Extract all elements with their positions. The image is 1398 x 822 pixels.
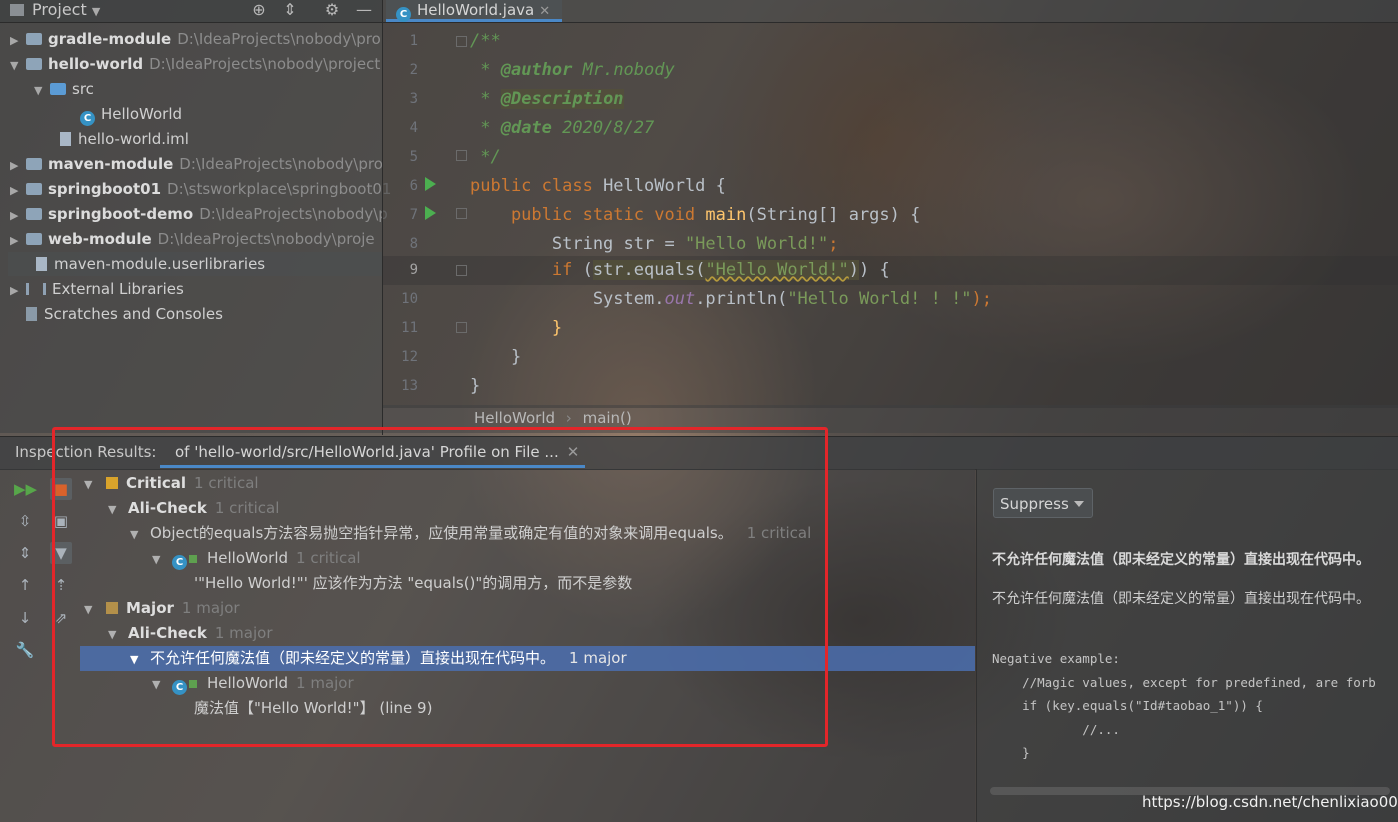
tree-item-userlibraries[interactable]: maven-module.userlibraries xyxy=(8,252,382,276)
fold-marker-icon[interactable] xyxy=(456,36,467,47)
annotation-highlight-box xyxy=(52,427,828,747)
problem-description-pane xyxy=(976,469,1398,822)
line-number: 2 xyxy=(409,62,418,78)
module-folder-icon xyxy=(26,33,42,45)
arrow-down-icon[interactable]: ↓ xyxy=(14,607,36,629)
breadcrumb-item[interactable]: HelloWorld xyxy=(474,409,555,427)
module-folder-icon xyxy=(26,233,42,245)
line-number: 11 xyxy=(401,320,418,336)
expand-arrow-icon[interactable]: ▶ xyxy=(10,229,22,253)
scratches-icon xyxy=(26,307,37,321)
editor-tab-helloworld[interactable]: C HelloWorld.java ✕ xyxy=(386,0,562,22)
expand-all-icon[interactable]: ⇳ xyxy=(14,510,36,532)
chevron-down-icon xyxy=(1074,501,1084,507)
tree-item-web-module[interactable]: ▶ web-module D:\IdeaProjects\nobody\proje xyxy=(10,227,375,251)
iml-file-icon xyxy=(60,132,71,146)
wrench-icon[interactable]: 🔧 xyxy=(14,639,36,661)
line-number: 9 xyxy=(409,262,418,278)
expand-arrow-icon[interactable]: ▶ xyxy=(10,29,22,53)
example-line: if (key.equals("Id#taobao_1")) { xyxy=(992,698,1263,713)
collapse-all-icon[interactable]: ⇕ xyxy=(14,542,36,564)
tree-item-scratches[interactable]: Scratches and Consoles xyxy=(22,302,223,326)
module-folder-icon xyxy=(26,208,42,220)
libraries-file-icon xyxy=(36,257,47,271)
code-line-8: String str = "Hello World!"; xyxy=(470,234,839,254)
gear-icon[interactable]: ⚙ xyxy=(323,1,341,19)
code-line-13: } xyxy=(470,376,481,396)
module-folder-icon xyxy=(26,158,42,170)
description-text: 不允许任何魔法值（即未经定义的常量）直接出现在代码中。 xyxy=(992,591,1370,607)
line-number: 3 xyxy=(409,91,418,107)
fold-marker-icon[interactable] xyxy=(456,322,467,333)
line-number: 10 xyxy=(401,291,418,307)
watermark: https://blog.csdn.net/chenlixiao007 xyxy=(1142,793,1398,811)
module-folder-icon xyxy=(26,58,42,70)
code-line-10: System.out.println("Hello World! ! !"); xyxy=(470,289,993,309)
expand-arrow-icon[interactable]: ▶ xyxy=(10,179,22,203)
line-number: 4 xyxy=(409,120,418,136)
fold-marker-icon[interactable] xyxy=(456,150,467,161)
run-main-icon[interactable] xyxy=(425,206,436,220)
close-icon[interactable]: ✕ xyxy=(539,4,550,19)
chevron-right-icon: › xyxy=(565,409,572,427)
code-line-2: * @author Mr.nobody xyxy=(470,60,675,80)
fold-marker-icon[interactable] xyxy=(456,208,467,219)
hide-icon[interactable]: — xyxy=(355,1,373,19)
arrow-up-icon[interactable]: ↑ xyxy=(14,574,36,596)
chevron-down-icon: ▼ xyxy=(91,5,101,18)
code-line-4: * @date 2020/8/27 xyxy=(470,118,655,138)
java-class-icon: C xyxy=(396,7,411,22)
tree-item-iml-file[interactable]: hello-world.iml xyxy=(56,127,189,151)
line-number: 12 xyxy=(401,349,418,365)
fold-marker-icon[interactable] xyxy=(456,265,467,276)
expand-arrow-icon[interactable]: ▶ xyxy=(10,204,22,228)
line-number: 13 xyxy=(401,378,418,394)
example-line: //Magic values, except for predefined, a… xyxy=(992,675,1376,690)
locate-icon[interactable]: ⊕ xyxy=(250,1,268,19)
code-line-12: } xyxy=(470,347,522,367)
code-line-5: */ xyxy=(470,147,501,167)
code-line-3: * @Description xyxy=(470,89,624,109)
tree-item-maven-module[interactable]: ▶ maven-module D:\IdeaProjects\nobody\pro xyxy=(10,152,383,176)
tree-item-gradle-module[interactable]: ▶ gradle-module D:\IdeaProjects\nobody\pro xyxy=(10,27,381,51)
example-line: //... xyxy=(992,722,1120,737)
breadcrumb-item[interactable]: main() xyxy=(583,409,632,427)
library-icon xyxy=(26,283,46,295)
module-folder-icon xyxy=(26,183,42,195)
collapse-arrow-icon[interactable]: ▼ xyxy=(10,54,22,78)
run-class-icon[interactable] xyxy=(425,177,436,191)
line-number: 8 xyxy=(409,236,418,252)
expand-arrow-icon[interactable]: ▶ xyxy=(10,154,22,178)
line-number: 7 xyxy=(409,207,418,223)
collapse-arrow-icon[interactable]: ▼ xyxy=(34,79,46,103)
java-class-icon: C xyxy=(80,111,95,126)
source-folder-icon xyxy=(50,83,66,95)
tree-item-springboot-demo[interactable]: ▶ springboot-demo D:\IdeaProjects\nobody\p xyxy=(10,202,388,226)
line-number: 6 xyxy=(409,178,418,194)
tree-item-external-libraries[interactable]: ▶ External Libraries xyxy=(10,277,184,301)
project-view-selector[interactable]: Project ▼ xyxy=(10,0,100,22)
tree-item-src[interactable]: ▼ src xyxy=(34,77,94,101)
suppress-dropdown[interactable]: Suppress xyxy=(993,488,1093,518)
collapse-all-icon[interactable]: ⇕ xyxy=(281,1,299,19)
code-line-1: /** xyxy=(470,31,501,51)
code-line-9: if (str.equals("Hello World!")) { xyxy=(470,260,890,280)
rerun-icon[interactable]: ▶▶ xyxy=(14,478,37,500)
project-icon xyxy=(10,4,24,16)
tree-item-springboot01[interactable]: ▶ springboot01 D:\stsworkplace\springboot0… xyxy=(10,177,391,201)
expand-arrow-icon[interactable]: ▶ xyxy=(10,279,22,303)
description-title: 不允许任何魔法值（即未经定义的常量）直接出现在代码中。 xyxy=(992,552,1370,568)
breadcrumb-path: HelloWorld › main() xyxy=(474,409,632,427)
code-line-6: public class HelloWorld { xyxy=(470,176,726,196)
example-line: } xyxy=(992,745,1030,760)
code-line-11: } xyxy=(470,318,563,338)
code-line-7: public static void main(String[] args) { xyxy=(470,205,921,225)
example-line: Negative example: xyxy=(992,651,1120,666)
tree-item-hello-world[interactable]: ▼ hello-world D:\IdeaProjects\nobody\proje… xyxy=(10,52,380,76)
tree-item-helloworld-class[interactable]: C HelloWorld xyxy=(80,102,182,126)
line-number: 1 xyxy=(409,33,418,49)
line-number: 5 xyxy=(409,149,418,165)
